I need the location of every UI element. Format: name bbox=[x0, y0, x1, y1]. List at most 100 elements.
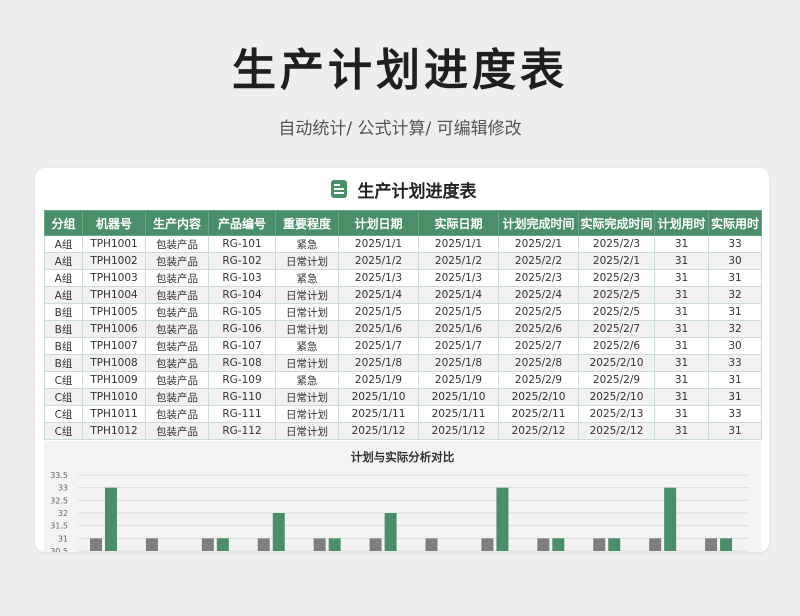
table-cell[interactable]: C组 bbox=[44, 405, 83, 423]
table-row[interactable]: A组 TPH1002 包装产品 RG-102 日常计划 2025/1/2 2025/1/2 2… bbox=[44, 252, 762, 270]
table-cell[interactable]: TPH1002 bbox=[82, 252, 146, 270]
table-cell[interactable]: A组 bbox=[44, 235, 83, 253]
table-cell[interactable]: TPH1001 bbox=[82, 235, 146, 253]
table-cell[interactable]: 包装产品 bbox=[145, 354, 209, 372]
table-cell[interactable]: TPH1006 bbox=[82, 320, 146, 338]
table-cell[interactable]: 日常计划 bbox=[275, 303, 339, 321]
table-cell[interactable]: 2025/1/8 bbox=[418, 354, 499, 372]
table-cell[interactable]: 2025/1/11 bbox=[338, 405, 419, 423]
table-cell[interactable]: RG-110 bbox=[208, 388, 276, 406]
table-cell[interactable]: 31 bbox=[654, 371, 709, 389]
table-cell[interactable]: 包装产品 bbox=[145, 405, 209, 423]
table-cell[interactable]: TPH1003 bbox=[82, 269, 146, 287]
table-cell[interactable]: TPH1012 bbox=[82, 422, 146, 440]
table-row[interactable]: A组 TPH1003 包装产品 RG-103 紧急 2025/1/3 2025/1/3 202… bbox=[44, 269, 762, 287]
table-cell[interactable]: 2025/2/4 bbox=[498, 286, 579, 304]
table-cell[interactable]: 包装产品 bbox=[145, 303, 209, 321]
table-cell[interactable]: 包装产品 bbox=[145, 422, 209, 440]
table-cell[interactable]: 2025/1/12 bbox=[338, 422, 419, 440]
table-cell[interactable]: RG-101 bbox=[208, 235, 276, 253]
table-cell[interactable]: 31 bbox=[708, 422, 762, 440]
table-cell[interactable]: 2025/2/10 bbox=[578, 354, 655, 372]
table-cell[interactable]: RG-105 bbox=[208, 303, 276, 321]
table-cell[interactable]: 30 bbox=[708, 252, 762, 270]
table-cell[interactable]: 2025/2/8 bbox=[498, 354, 579, 372]
table-cell[interactable]: A组 bbox=[44, 269, 83, 287]
table-cell[interactable]: C组 bbox=[44, 371, 83, 389]
table-cell[interactable]: 包装产品 bbox=[145, 252, 209, 270]
table-cell[interactable]: 2025/2/5 bbox=[498, 303, 579, 321]
table-row[interactable]: C组 TPH1010 包装产品 RG-110 日常计划 2025/1/10 2025/1/1… bbox=[44, 388, 762, 406]
table-cell[interactable]: 31 bbox=[654, 422, 709, 440]
table-cell[interactable]: 33 bbox=[708, 235, 762, 253]
table-cell[interactable]: 31 bbox=[654, 337, 709, 355]
table-cell[interactable]: 包装产品 bbox=[145, 337, 209, 355]
table-cell[interactable]: 日常计划 bbox=[275, 354, 339, 372]
table-cell[interactable]: 2025/1/3 bbox=[418, 269, 499, 287]
table-cell[interactable]: TPH1005 bbox=[82, 303, 146, 321]
table-cell[interactable]: TPH1008 bbox=[82, 354, 146, 372]
table-cell[interactable]: 2025/1/4 bbox=[418, 286, 499, 304]
table-cell[interactable]: 包装产品 bbox=[145, 388, 209, 406]
table-cell[interactable]: 2025/2/10 bbox=[578, 388, 655, 406]
table-cell[interactable]: 2025/2/5 bbox=[578, 286, 655, 304]
table-cell[interactable]: 31 bbox=[708, 388, 762, 406]
table-cell[interactable]: 2025/2/10 bbox=[498, 388, 579, 406]
table-cell[interactable]: 2025/1/1 bbox=[418, 235, 499, 253]
table-cell[interactable]: 2025/2/6 bbox=[578, 337, 655, 355]
table-cell[interactable]: RG-107 bbox=[208, 337, 276, 355]
column-header[interactable]: 实际用时 bbox=[708, 210, 762, 236]
table-cell[interactable]: 日常计划 bbox=[275, 252, 339, 270]
table-cell[interactable]: 31 bbox=[708, 371, 762, 389]
table-cell[interactable]: 紧急 bbox=[275, 371, 339, 389]
table-cell[interactable]: 2025/1/8 bbox=[338, 354, 419, 372]
table-cell[interactable]: 31 bbox=[654, 405, 709, 423]
table-cell[interactable]: 紧急 bbox=[275, 337, 339, 355]
table-cell[interactable]: TPH1004 bbox=[82, 286, 146, 304]
column-header[interactable]: 重要程度 bbox=[275, 210, 339, 236]
table-row[interactable]: C组 TPH1012 包装产品 RG-112 日常计划 2025/1/12 2025/1/1… bbox=[44, 422, 762, 440]
table-cell[interactable]: 包装产品 bbox=[145, 371, 209, 389]
table-cell[interactable]: 2025/2/7 bbox=[498, 337, 579, 355]
table-cell[interactable]: 2025/1/7 bbox=[418, 337, 499, 355]
table-cell[interactable]: 31 bbox=[654, 388, 709, 406]
table-cell[interactable]: 2025/2/1 bbox=[498, 235, 579, 253]
table-cell[interactable]: 2025/1/2 bbox=[338, 252, 419, 270]
table-cell[interactable]: C组 bbox=[44, 388, 83, 406]
table-cell[interactable]: B组 bbox=[44, 337, 83, 355]
table-row[interactable]: B组 TPH1007 包装产品 RG-107 紧急 2025/1/7 2025/1/7 202… bbox=[44, 337, 762, 355]
column-header[interactable]: 计划用时 bbox=[654, 210, 709, 236]
column-header[interactable]: 机器号 bbox=[82, 210, 146, 236]
table-cell[interactable]: RG-104 bbox=[208, 286, 276, 304]
table-cell[interactable]: 2025/2/9 bbox=[578, 371, 655, 389]
table-cell[interactable]: 31 bbox=[654, 286, 709, 304]
table-cell[interactable]: 日常计划 bbox=[275, 286, 339, 304]
column-header[interactable]: 实际完成时间 bbox=[578, 210, 655, 236]
table-cell[interactable]: 日常计划 bbox=[275, 320, 339, 338]
table-cell[interactable]: 32 bbox=[708, 320, 762, 338]
table-cell[interactable]: B组 bbox=[44, 354, 83, 372]
table-cell[interactable]: A组 bbox=[44, 286, 83, 304]
table-cell[interactable]: 31 bbox=[654, 320, 709, 338]
table-cell[interactable]: 2025/2/12 bbox=[578, 422, 655, 440]
table-cell[interactable]: 包装产品 bbox=[145, 235, 209, 253]
table-cell[interactable]: 2025/1/9 bbox=[338, 371, 419, 389]
table-cell[interactable]: 33 bbox=[708, 354, 762, 372]
column-header[interactable]: 实际日期 bbox=[418, 210, 499, 236]
table-cell[interactable]: TPH1011 bbox=[82, 405, 146, 423]
table-cell[interactable]: B组 bbox=[44, 303, 83, 321]
table-cell[interactable]: 2025/2/13 bbox=[578, 405, 655, 423]
table-cell[interactable]: 2025/2/3 bbox=[578, 235, 655, 253]
table-cell[interactable]: 2025/1/12 bbox=[418, 422, 499, 440]
table-cell[interactable]: 32 bbox=[708, 286, 762, 304]
table-cell[interactable]: 2025/2/7 bbox=[578, 320, 655, 338]
table-cell[interactable]: RG-112 bbox=[208, 422, 276, 440]
table-cell[interactable]: 2025/2/5 bbox=[578, 303, 655, 321]
table-cell[interactable]: 31 bbox=[708, 269, 762, 287]
table-cell[interactable]: C组 bbox=[44, 422, 83, 440]
table-cell[interactable]: 2025/1/2 bbox=[418, 252, 499, 270]
table-cell[interactable]: TPH1009 bbox=[82, 371, 146, 389]
table-row[interactable]: B组 TPH1006 包装产品 RG-106 日常计划 2025/1/6 2025/1/6 2… bbox=[44, 320, 762, 338]
table-row[interactable]: C组 TPH1009 包装产品 RG-109 紧急 2025/1/9 2025/1/9 202… bbox=[44, 371, 762, 389]
table-cell[interactable]: 31 bbox=[654, 269, 709, 287]
